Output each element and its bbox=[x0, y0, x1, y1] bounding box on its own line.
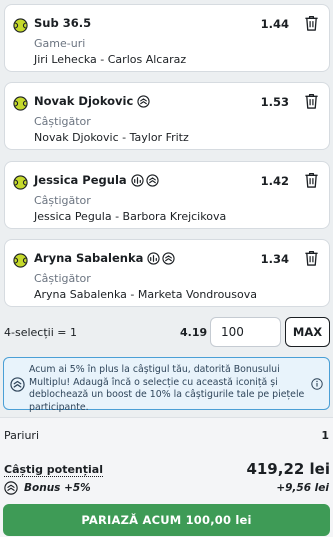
trash-icon[interactable] bbox=[304, 171, 319, 189]
tennis-ball-icon bbox=[13, 253, 28, 268]
bonus-icon bbox=[162, 251, 176, 265]
bet-selection-card: Novak Djokovic 1.53 Câștigător Novak Djokov… bbox=[4, 82, 330, 150]
selections-count-label: 4-selecții = 1 bbox=[4, 326, 77, 339]
selection-event: Jiri Lehecka - Carlos Alcaraz bbox=[34, 53, 187, 66]
max-stake-button[interactable]: MAX bbox=[285, 317, 330, 347]
statistics-icon[interactable] bbox=[131, 173, 144, 187]
selection-title: Jessica Pegula bbox=[34, 173, 159, 187]
trash-icon[interactable] bbox=[304, 249, 319, 267]
selection-event: Aryna Sabalenka - Marketa Vondrousova bbox=[34, 288, 257, 301]
bonus-icon bbox=[10, 377, 25, 392]
bet-selection-card: Aryna Sabalenka 1.34 Câștigător Aryna Sabal… bbox=[4, 239, 330, 307]
bonus-amount: +9,56 lei bbox=[276, 482, 329, 494]
bet-selection-card: Jessica Pegula 1.42 Câștigător Jessica Pegu… bbox=[4, 161, 330, 229]
bonus-icon bbox=[137, 94, 150, 108]
trash-icon[interactable] bbox=[304, 92, 319, 110]
selection-title: Aryna Sabalenka bbox=[34, 251, 176, 265]
selection-market: Câștigător bbox=[34, 194, 91, 207]
selection-market: Game-uri bbox=[34, 37, 86, 50]
selection-title: Novak Djokovic bbox=[34, 94, 150, 108]
bonus-notice-text: Acum ai 5% în plus la câștigul tău, dato… bbox=[29, 364, 305, 413]
tennis-ball-icon bbox=[13, 175, 28, 190]
trash-icon[interactable] bbox=[304, 14, 319, 32]
selection-market: Câștigător bbox=[34, 272, 91, 285]
total-odds: 4.19 bbox=[180, 326, 208, 339]
bets-label: Pariuri bbox=[4, 429, 40, 442]
potential-win-value: 419,22 lei bbox=[246, 460, 330, 478]
selection-badges bbox=[147, 251, 176, 265]
selection-odds: 1.34 bbox=[260, 252, 289, 266]
bets-count: 1 bbox=[321, 429, 329, 442]
selection-name: Jessica Pegula bbox=[34, 173, 127, 187]
stake-row: 4-selecții = 1 4.19 MAX bbox=[0, 316, 333, 348]
tennis-ball-icon bbox=[13, 96, 28, 111]
potential-win-label: Câștig potențial bbox=[4, 463, 103, 477]
bet-summary: Pariuri 1 Câștig potențial 419,22 lei Bo… bbox=[0, 418, 333, 537]
info-icon[interactable] bbox=[311, 378, 323, 390]
bet-selection-card: Sub 36.5 1.44 Game-uri Jiri Lehecka - Carlo… bbox=[4, 4, 330, 72]
selection-badges bbox=[131, 173, 159, 187]
selection-name: Sub 36.5 bbox=[34, 16, 92, 30]
selection-odds: 1.53 bbox=[260, 95, 289, 109]
selection-name: Novak Djokovic bbox=[34, 94, 134, 108]
selection-name: Aryna Sabalenka bbox=[34, 251, 144, 265]
place-bet-button[interactable]: PARIAZĂ ACUM 100,00 lei bbox=[3, 504, 330, 536]
selection-odds: 1.42 bbox=[260, 174, 289, 188]
selection-market: Câștigător bbox=[34, 115, 91, 128]
selection-event: Jessica Pegula - Barbora Krejcikova bbox=[34, 210, 227, 223]
tennis-ball-icon bbox=[13, 18, 28, 33]
bonus-notice: Acum ai 5% în plus la câștigul tău, dato… bbox=[3, 357, 330, 413]
selection-badges bbox=[137, 94, 150, 108]
selection-title: Sub 36.5 bbox=[34, 16, 91, 30]
selection-event: Novak Djokovic - Taylor Fritz bbox=[34, 131, 189, 144]
bonus-icon bbox=[4, 481, 18, 495]
selection-odds: 1.44 bbox=[260, 17, 289, 31]
statistics-icon[interactable] bbox=[147, 251, 161, 265]
bonus-label: Bonus +5% bbox=[24, 482, 91, 494]
bonus-icon bbox=[146, 173, 159, 187]
stake-input[interactable] bbox=[210, 317, 281, 347]
